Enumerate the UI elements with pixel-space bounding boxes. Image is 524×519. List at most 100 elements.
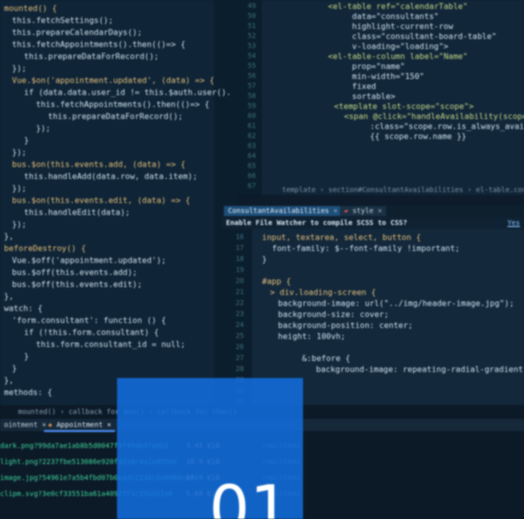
line-number: 17: [235, 244, 244, 252]
slide-number-card: 01: [117, 378, 303, 519]
line-number: 59: [247, 102, 256, 110]
code-token: }: [262, 255, 267, 264]
style-code-editor[interactable]: ConsultantAvailabilities × ▰ style × Ena…: [222, 205, 524, 405]
line-number: 62: [247, 132, 256, 140]
tab-label: Appointment: [56, 421, 103, 429]
template-breadcrumb[interactable]: template › section#ConsultantAvailabilit…: [282, 185, 524, 195]
code-line: Vue.$on('appointment.updated', (data) =>…: [12, 76, 214, 86]
enable-watcher-yes-link[interactable]: Yes: [507, 217, 520, 229]
left-code-editor[interactable]: mounted() { this.fetchSettings(); this.pre…: [0, 0, 238, 405]
code-token: bus.$on(this.events.edit, (data) => {: [12, 196, 191, 205]
code-token: Vue.$on('appointment.updated', (data) =>…: [12, 76, 215, 85]
code-line: }: [262, 255, 267, 265]
code-line: fixed: [352, 82, 376, 92]
code-token: this.prepareCalendarDays();: [12, 28, 143, 37]
code-token: }: [24, 352, 29, 361]
code-line: }: [12, 364, 17, 374]
code-token: },: [4, 376, 14, 385]
code-token: this.handleEdit(data);: [24, 208, 130, 217]
line-number: 56: [247, 72, 256, 80]
code-line: },: [4, 292, 14, 302]
line-number: 19: [235, 266, 244, 274]
code-token: v-loading="loading">: [352, 42, 449, 51]
code-line: mounted() {: [4, 4, 57, 14]
code-line: beforeDestroy() {: [4, 244, 86, 254]
code-line: Vue.$off('appointment.updated');: [12, 256, 166, 266]
tab-appointment[interactable]: ◈ Appointment ×: [44, 420, 116, 432]
code-line: input, textarea, select, button {: [262, 233, 421, 243]
code-line: this.fetchSettings();: [12, 16, 113, 26]
code-line: :class="scope.row.is_always_availabl: [370, 122, 524, 132]
code-line: height: 100vh;: [278, 332, 345, 342]
code-line: {{ scope.row.name }}: [370, 132, 466, 142]
code-line: this.handleEdit(data);: [24, 208, 130, 218]
code-token: min-width="150": [352, 72, 425, 81]
code-line: prop="name": [352, 62, 405, 72]
line-number: 61: [247, 122, 256, 130]
code-line: this.fetchAppointments().then(()=> {: [36, 100, 209, 110]
notification-text: Enable File Watcher to compile SCSS to C…: [226, 219, 408, 227]
code-token: Vue.$off('appointment.updated');: [12, 256, 167, 265]
code-token: <template slot-scope="scope">: [334, 102, 474, 111]
code-line: }: [24, 136, 29, 146]
code-line: bus.$off(this.events.add);: [12, 268, 137, 278]
line-number: 58: [247, 92, 256, 100]
style-tab-bar: ConsultantAvailabilities × ▰ style ×: [222, 205, 524, 217]
code-line: bus.$on(this.events.add, (data) => {: [12, 160, 185, 170]
code-line: background-image: repeating-radial-gradi…: [316, 365, 524, 375]
code-line: background-position: center;: [278, 321, 413, 331]
code-line: data="consultants": [352, 12, 439, 22]
line-number: 57: [247, 82, 256, 90]
code-line: highlight-current-row: [352, 22, 453, 32]
code-line: });: [12, 64, 26, 74]
code-line: this.prepareDataForRecord();: [48, 112, 183, 122]
code-token: #app {: [262, 277, 291, 286]
tab-ointment[interactable]: ointment ×: [0, 420, 50, 430]
code-token: highlight-current-row: [352, 22, 454, 31]
code-line: if (!this.form.consultant) {: [24, 328, 159, 338]
code-token: mounted() {: [4, 4, 57, 13]
line-number: 55: [247, 62, 256, 70]
line-number: 25: [235, 332, 244, 340]
code-line: class="consultant-board-table": [352, 32, 497, 42]
code-token: });: [12, 64, 27, 73]
vue-file-icon: ▰: [344, 207, 349, 215]
code-token: this.fetchAppointments().then(()=> {: [12, 40, 186, 49]
tab-label: ointment: [4, 421, 38, 429]
close-icon[interactable]: ×: [333, 207, 337, 215]
code-token: bus.$on(this.events.add, (data) => {: [12, 160, 186, 169]
code-line: });: [12, 184, 26, 194]
code-line: watch: {: [4, 304, 43, 314]
line-number: 52: [247, 32, 256, 40]
code-line: }: [24, 352, 29, 362]
line-number: 67: [247, 182, 256, 190]
code-line: if (data.data.user_id != this.$auth.user…: [24, 88, 231, 98]
code-token: input, textarea, select, button {: [262, 233, 421, 242]
tab-style[interactable]: ▰ style ×: [340, 206, 386, 216]
line-number: 66: [247, 172, 256, 180]
code-token: bus.$off(this.events.add);: [12, 268, 138, 277]
close-icon[interactable]: ×: [107, 421, 111, 429]
code-token: this.form.consultant_id = null;: [36, 340, 186, 349]
code-token: <el-table ref="calendarTable": [328, 2, 468, 11]
code-token: {{ scope.row.name }}: [370, 132, 467, 141]
code-token: }: [24, 136, 29, 145]
code-token: },: [4, 292, 14, 301]
code-token: sortable>: [352, 92, 396, 101]
code-line: },: [4, 232, 14, 242]
template-code-editor[interactable]: 49 50 51 52 53 54 55 56 57 58 59 60 61 62 63 64 65 66 67 <…: [238, 0, 524, 195]
code-line: });: [12, 220, 26, 230]
line-number: 65: [247, 162, 256, 170]
code-line: min-width="150": [352, 72, 424, 82]
code-line: font-family: $--font-family !important;: [272, 244, 460, 254]
code-token: > div.loading-screen {: [270, 288, 376, 297]
line-number: 60: [247, 112, 256, 120]
tab-label: ConsultantAvailabilities: [228, 207, 330, 215]
tab-consultant-availabilities[interactable]: ConsultantAvailabilities ×: [224, 206, 342, 216]
code-token: <span @click="handleAvailability(scope.r…: [344, 112, 524, 121]
code-line: 'form.consultant': function () {: [12, 316, 166, 326]
close-icon[interactable]: ×: [378, 207, 382, 215]
code-line: <template slot-scope="scope">: [334, 102, 474, 112]
line-number: 16: [235, 233, 244, 241]
code-line: background-size: cover;: [278, 310, 389, 320]
